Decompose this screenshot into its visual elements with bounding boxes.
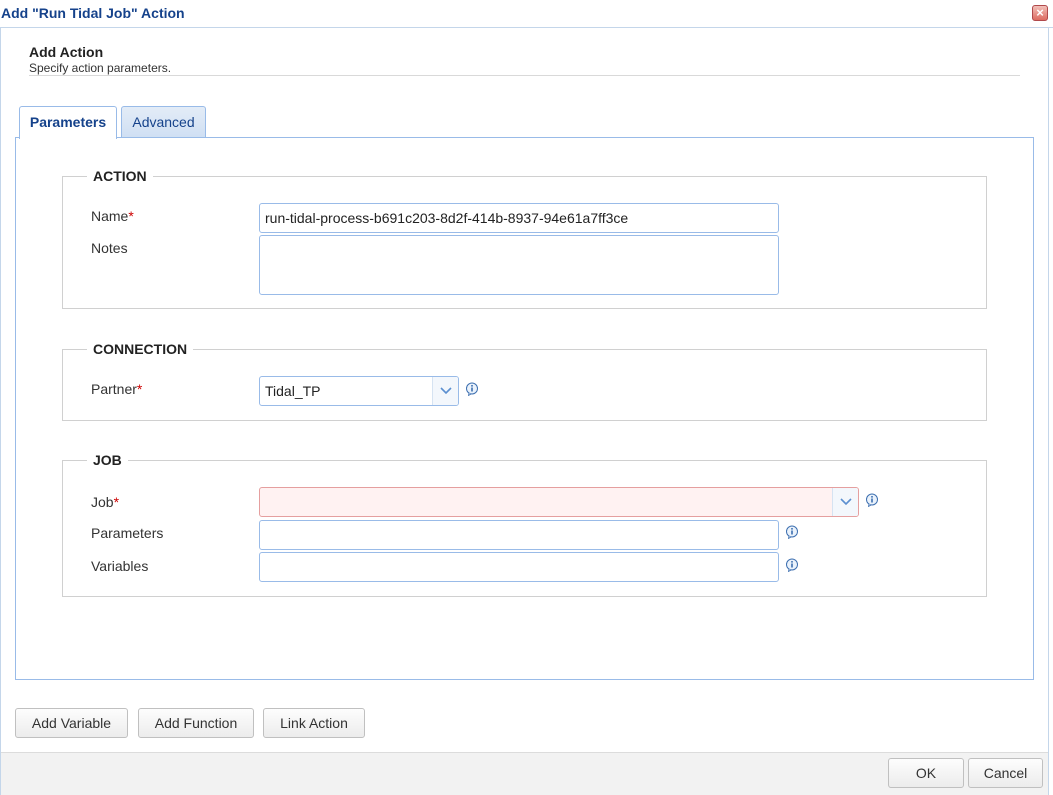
parameters-panel: ACTION Name* run-tidal-process-b691c203-… [15, 137, 1034, 680]
name-label-text: Name [91, 208, 129, 224]
required-marker: * [136, 381, 143, 397]
info-icon[interactable] [465, 382, 479, 396]
required-marker: * [113, 494, 120, 510]
dialog-border-left [0, 28, 1, 795]
add-variable-button[interactable]: Add Variable [15, 708, 128, 738]
partner-label: Partner* [91, 381, 142, 397]
name-input[interactable]: run-tidal-process-b691c203-8d2f-414b-893… [259, 203, 779, 233]
partner-label-text: Partner [91, 381, 137, 397]
info-icon[interactable] [785, 558, 799, 572]
add-action-dialog: Add "Run Tidal Job" Action × Add Action … [0, 0, 1053, 795]
header-title: Add Action [29, 44, 104, 60]
job-combobox[interactable] [259, 487, 859, 517]
action-fieldset: ACTION Name* run-tidal-process-b691c203-… [62, 168, 987, 309]
variables-label: Variables [91, 558, 149, 574]
job-fieldset: JOB Job* Parameters Variables [62, 452, 987, 597]
notes-label: Notes [91, 240, 128, 256]
variables-input[interactable] [259, 552, 779, 582]
header-subtitle: Specify action parameters. [29, 61, 172, 75]
ok-button[interactable]: OK [888, 758, 964, 788]
cancel-button[interactable]: Cancel [968, 758, 1043, 788]
partner-value: Tidal_TP [265, 383, 321, 399]
tab-advanced[interactable]: Advanced [121, 106, 206, 138]
connection-legend: CONNECTION [87, 341, 194, 357]
add-function-button[interactable]: Add Function [138, 708, 254, 738]
header-divider [29, 75, 1020, 76]
notes-textarea[interactable] [259, 235, 779, 295]
chevron-down-icon [440, 387, 452, 395]
name-label: Name* [91, 208, 134, 224]
dialog-border-right [1048, 28, 1049, 795]
connection-fieldset: CONNECTION Partner* Tidal_TP [62, 341, 987, 421]
parameters-input[interactable] [259, 520, 779, 550]
dialog-footer: OK Cancel [1, 752, 1048, 795]
required-marker: * [128, 208, 134, 224]
parameters-label: Parameters [91, 525, 164, 541]
tab-parameters[interactable]: Parameters [19, 106, 117, 139]
partner-dropdown-trigger[interactable] [432, 377, 458, 405]
job-dropdown-trigger[interactable] [832, 488, 858, 516]
dialog-titlebar[interactable]: Add "Run Tidal Job" Action × [0, 0, 1053, 28]
info-icon[interactable] [865, 493, 879, 507]
job-label-text: Job [91, 494, 114, 510]
job-legend: JOB [87, 452, 128, 468]
partner-combobox[interactable]: Tidal_TP [259, 376, 459, 406]
job-label: Job* [91, 494, 119, 510]
link-action-button[interactable]: Link Action [263, 708, 365, 738]
action-legend: ACTION [87, 168, 153, 184]
chevron-down-icon [840, 498, 852, 506]
dialog-title: Add "Run Tidal Job" Action [1, 5, 185, 21]
info-icon[interactable] [785, 525, 799, 539]
close-icon[interactable]: × [1032, 5, 1048, 21]
